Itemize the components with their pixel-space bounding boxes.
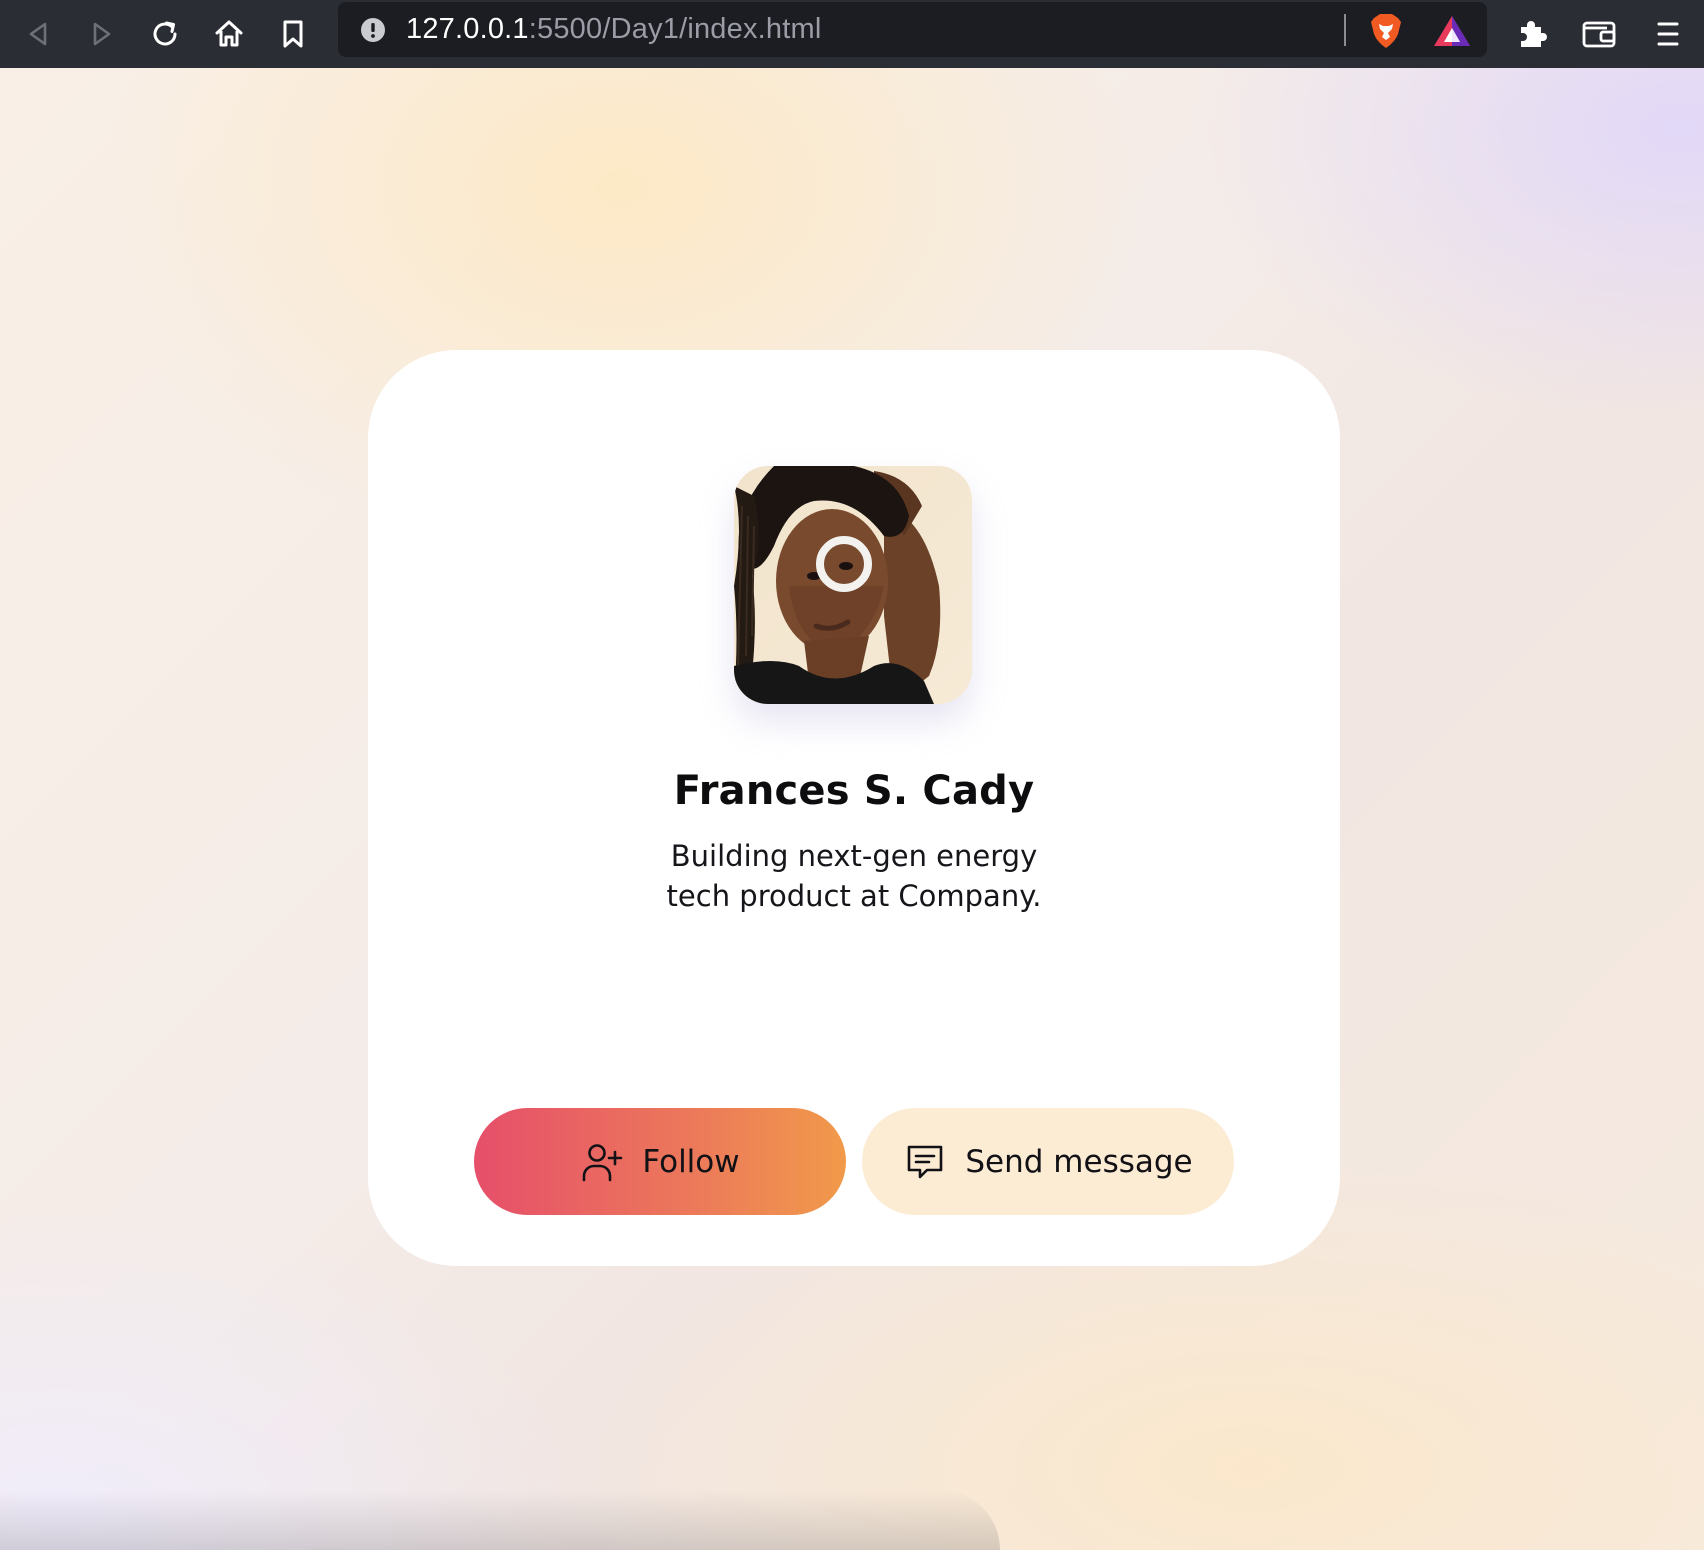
profile-name: Frances S. Cady <box>673 768 1035 814</box>
brave-shields-icon[interactable] <box>1368 12 1404 54</box>
url-host: 127.0.0.1 <box>406 13 529 45</box>
url-path: :5500/Day1/index.html <box>528 13 822 45</box>
reload-icon[interactable] <box>141 10 189 58</box>
avatar <box>734 466 972 704</box>
follow-button[interactable]: Follow <box>474 1108 846 1215</box>
user-plus-icon <box>580 1140 624 1184</box>
home-icon[interactable] <box>205 10 253 58</box>
profile-bio: Building next-gen energy tech product at… <box>654 836 1054 916</box>
url-text[interactable]: 127.0.0.1:5500/Day1/index.html <box>406 2 822 57</box>
url-separator <box>1344 14 1346 46</box>
send-message-label: Send message <box>965 1143 1193 1180</box>
profile-card: Frances S. Cady Building next-gen energy… <box>368 350 1340 1266</box>
page-viewport: Frances S. Cady Building next-gen energy… <box>0 68 1704 1550</box>
address-bar[interactable]: 127.0.0.1:5500/Day1/index.html <box>338 2 1487 57</box>
page-bottom-shadow <box>0 1490 1000 1550</box>
forward-icon[interactable] <box>78 10 126 58</box>
send-message-button[interactable]: Send message <box>862 1108 1234 1215</box>
chat-bubble-icon <box>903 1140 947 1184</box>
wallet-icon[interactable] <box>1575 10 1623 58</box>
extensions-icon[interactable] <box>1508 10 1556 58</box>
brave-rewards-icon[interactable] <box>1432 14 1472 52</box>
bio-line-2: tech product at Company. <box>666 879 1042 913</box>
site-info-icon[interactable] <box>360 17 386 43</box>
bio-line-1: Building next-gen energy <box>670 839 1038 873</box>
browser-toolbar: 127.0.0.1:5500/Day1/index.html <box>0 0 1704 68</box>
bookmark-icon[interactable] <box>269 10 317 58</box>
menu-icon[interactable] <box>1644 10 1692 58</box>
back-icon[interactable] <box>14 10 62 58</box>
follow-label: Follow <box>642 1143 740 1180</box>
